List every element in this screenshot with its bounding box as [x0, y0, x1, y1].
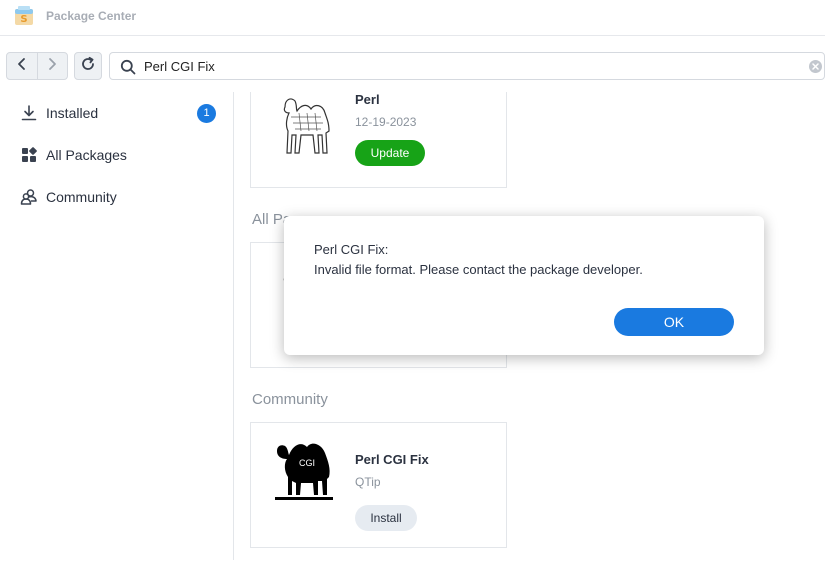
package-center-icon: S — [12, 4, 36, 28]
package-author: QTip — [355, 475, 381, 489]
cgi-camel-logo-icon: CGI — [271, 437, 337, 509]
installed-count-badge: 1 — [197, 103, 216, 123]
chevron-right-icon — [46, 57, 58, 76]
back-button[interactable] — [7, 53, 37, 79]
dialog-title: Perl CGI Fix: — [314, 242, 389, 257]
clear-search-icon[interactable] — [809, 60, 822, 73]
chevron-left-icon — [16, 57, 28, 76]
refresh-button[interactable] — [74, 52, 102, 80]
sidebar-item-label: Installed — [46, 105, 99, 121]
sidebar-item-installed[interactable]: Installed 1 — [0, 93, 234, 133]
forward-button[interactable] — [36, 53, 67, 79]
section-title-community: Community — [252, 391, 328, 408]
dialog-message: Invalid file format. Please contact the … — [314, 262, 643, 277]
grid-icon — [20, 146, 38, 164]
package-card-perl-cgi-fix[interactable]: CGI Perl CGI Fix QTip Install — [250, 422, 507, 548]
update-button[interactable]: Update — [355, 140, 425, 166]
refresh-icon — [80, 56, 96, 77]
sidebar: Installed 1 All Packages Community — [0, 92, 234, 560]
sidebar-item-community[interactable]: Community — [0, 177, 234, 217]
community-icon — [20, 188, 38, 206]
package-card-perl[interactable]: Perl 12-19-2023 Update — [250, 92, 507, 188]
cgi-logo-text: CGI — [299, 458, 315, 468]
title-bar: S Package Center — [0, 0, 825, 36]
search-box — [109, 52, 825, 80]
package-name: Perl CGI Fix — [355, 452, 429, 467]
search-icon — [120, 59, 136, 75]
nav-button-group — [6, 52, 68, 80]
install-button[interactable]: Install — [355, 505, 417, 531]
sidebar-item-label: Community — [46, 189, 117, 205]
package-name: Perl — [355, 92, 380, 107]
svg-text:S: S — [20, 14, 27, 25]
app-title: Package Center — [46, 9, 137, 23]
sidebar-item-label: All Packages — [46, 147, 127, 163]
toolbar — [0, 36, 825, 90]
ok-button[interactable]: OK — [614, 308, 734, 336]
package-date: 12-19-2023 — [355, 115, 417, 129]
error-dialog: Perl CGI Fix: Invalid file format. Pleas… — [284, 216, 764, 355]
sidebar-item-all-packages[interactable]: All Packages — [0, 135, 234, 175]
camel-logo-icon — [271, 92, 337, 159]
download-icon — [20, 104, 38, 122]
search-input[interactable] — [144, 53, 804, 79]
